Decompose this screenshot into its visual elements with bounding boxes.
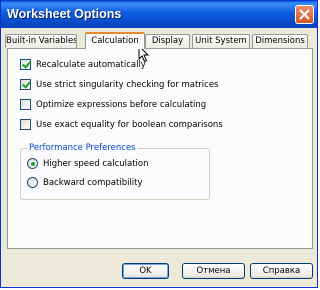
window-title: Worksheet Options (7, 7, 122, 21)
backward-compatibility-radio[interactable] (27, 177, 38, 188)
tab-calculation[interactable]: Calculation (85, 32, 145, 49)
exact-equality-label: Use exact equality for boolean compariso… (36, 120, 223, 130)
exact-equality-checkbox[interactable] (20, 119, 31, 130)
higher-speed-radio[interactable] (27, 158, 38, 169)
strict-singularity-label: Use strict singularity checking for matr… (36, 80, 219, 90)
optimize-expressions-checkbox[interactable] (20, 99, 31, 110)
strict-singularity-checkbox[interactable] (20, 79, 31, 90)
close-icon (299, 9, 310, 20)
cancel-button[interactable]: Отмена (182, 263, 245, 279)
higher-speed-label: Higher speed calculation (43, 159, 149, 169)
close-button[interactable] (295, 5, 314, 24)
backward-compatibility-label: Backward compatibility (43, 178, 143, 188)
ok-button[interactable]: OK (122, 263, 169, 279)
recalculate-automatically-label: Recalculate automatically (36, 60, 146, 70)
help-button[interactable]: Справка (250, 263, 313, 279)
worksheet-options-dialog: Worksheet Options Built-in Variables Cal… (0, 0, 318, 288)
tab-display[interactable]: Display (145, 34, 190, 48)
tab-unit-system[interactable]: Unit System (192, 34, 250, 48)
tab-dimensions[interactable]: Dimensions (252, 34, 308, 48)
title-bar[interactable]: Worksheet Options (1, 1, 317, 28)
performance-preferences-group: Performance Preferences Higher speed cal… (20, 143, 210, 200)
tab-strip: Built-in Variables Calculation Display U… (5, 32, 313, 49)
tab-built-in-variables[interactable]: Built-in Variables (5, 34, 77, 48)
performance-preferences-legend: Performance Preferences (27, 143, 138, 154)
optimize-expressions-label: Optimize expressions before calculating (36, 100, 207, 110)
calculation-panel: Recalculate automatically Use strict sin… (7, 48, 313, 249)
recalculate-automatically-checkbox[interactable] (20, 59, 31, 70)
